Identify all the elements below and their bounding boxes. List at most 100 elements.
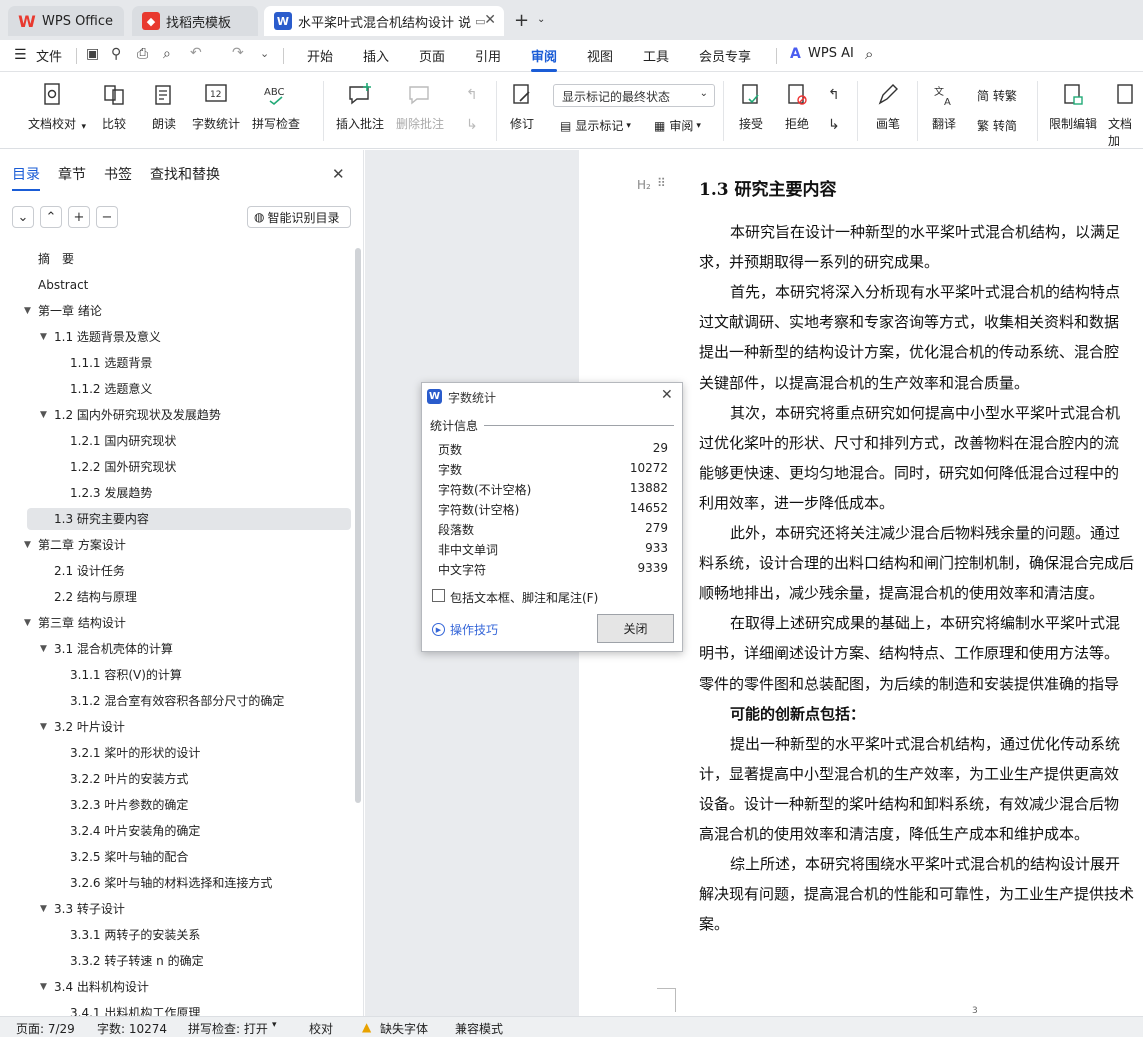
new-tab-plus-icon[interactable]: + bbox=[514, 10, 529, 31]
toc-item[interactable]: 1.1 选题背景及意义 bbox=[54, 326, 161, 348]
tab-docer[interactable]: ◆ 找稻壳模板 bbox=[132, 6, 258, 36]
toc-scrollbar[interactable] bbox=[355, 248, 361, 803]
menu-view[interactable]: 视图 bbox=[587, 46, 613, 65]
document-line[interactable]: 明书，详细阐述设计方案、结构特点、工作原理和使用方法等。 bbox=[699, 643, 1119, 663]
toc-item[interactable]: 1.2 国内外研究现状及发展趋势 bbox=[54, 404, 221, 426]
document-line[interactable]: 计，显著提高中小型混合机的生产效率，为工业生产提供更高效 bbox=[699, 764, 1119, 784]
share-icon[interactable]: ⚲ bbox=[111, 46, 121, 62]
menu-wps-ai[interactable]: WPS AI bbox=[808, 46, 854, 61]
toc-item[interactable]: 3.3 转子设计 bbox=[54, 898, 125, 920]
toc-item[interactable]: 第三章 结构设计 bbox=[38, 612, 126, 634]
accept-button[interactable]: 接受 bbox=[737, 81, 765, 132]
dialog-close-button[interactable]: 关闭 bbox=[597, 614, 674, 643]
document-line[interactable]: 过优化桨叶的形状、尺寸和排列方式，改善物料在混合腔内的流 bbox=[699, 433, 1119, 453]
document-line[interactable]: 高混合机的使用效率和清洁度，降低生产成本和维护成本。 bbox=[699, 824, 1089, 844]
toc-item[interactable]: 1.3 研究主要内容 bbox=[54, 508, 149, 530]
toc-expand-caret-icon[interactable]: ▼ bbox=[40, 332, 47, 342]
hamburger-icon[interactable]: ☰ bbox=[14, 47, 27, 63]
tab-dropdown-chevron-icon[interactable]: ⌄ bbox=[537, 14, 545, 25]
show-markup-button[interactable]: ▤ 显示标记 ▾ bbox=[560, 117, 631, 134]
next-comment-icon[interactable]: ↳ bbox=[466, 117, 478, 133]
document-line[interactable]: 顺畅地排出，减少残余量，提高混合机的使用效率和清洁度。 bbox=[699, 583, 1104, 603]
toc-item[interactable]: 3.2.3 叶片参数的确定 bbox=[70, 794, 188, 816]
toc-item[interactable]: 3.2.2 叶片的安装方式 bbox=[70, 768, 188, 790]
toc-expand-caret-icon[interactable]: ▼ bbox=[40, 644, 47, 654]
toc-item[interactable]: 3.3.1 两转子的安装关系 bbox=[70, 924, 200, 946]
document-line[interactable]: 可能的创新点包括： bbox=[730, 704, 865, 724]
toc-item[interactable]: 第一章 绪论 bbox=[38, 300, 102, 322]
toc-item[interactable]: 3.2.4 叶片安装角的确定 bbox=[70, 820, 200, 842]
close-pane-icon[interactable]: ✕ bbox=[332, 165, 345, 183]
toc-item[interactable]: 3.2 叶片设计 bbox=[54, 716, 125, 738]
spell-chevron-icon[interactable]: ▾ bbox=[272, 1020, 277, 1030]
toc-item[interactable]: 3.1.1 容积(V)的计算 bbox=[70, 664, 182, 686]
toc-item[interactable]: 3.2.6 桨叶与轴的材料选择和连接方式 bbox=[70, 872, 272, 894]
nav-tab-bookmark[interactable]: 书签 bbox=[104, 164, 132, 184]
document-line[interactable]: 首先，本研究将深入分析现有水平桨叶式混合机的结构特点 bbox=[730, 282, 1120, 302]
toc-item[interactable]: 3.3.2 转子转速 n 的确定 bbox=[70, 950, 204, 972]
review-pane-button[interactable]: ▦ 审阅 ▾ bbox=[654, 117, 701, 134]
nav-tab-find-replace[interactable]: 查找和替换 bbox=[150, 164, 220, 184]
status-page[interactable]: 页面: 7/29 bbox=[16, 1020, 75, 1037]
print-icon[interactable]: ⎙ bbox=[137, 46, 148, 62]
restrict-edit-button[interactable]: 限制编辑 bbox=[1049, 81, 1097, 132]
menu-tools[interactable]: 工具 bbox=[643, 46, 669, 65]
toc-expand-caret-icon[interactable]: ▼ bbox=[40, 982, 47, 992]
menu-insert[interactable]: 插入 bbox=[363, 46, 389, 65]
expand-button[interactable]: ⌃ bbox=[40, 206, 62, 228]
document-line[interactable]: 设备。设计一种新型的桨叶结构和卸料系统，有效减少混合后物 bbox=[699, 794, 1119, 814]
status-spell[interactable]: 拼写检查: 打开 bbox=[188, 1020, 268, 1037]
toc-item[interactable]: 1.2.2 国外研究现状 bbox=[70, 456, 176, 478]
toc-item[interactable]: 2.1 设计任务 bbox=[54, 560, 125, 582]
toc-expand-caret-icon[interactable]: ▼ bbox=[24, 306, 31, 316]
menu-file[interactable]: 文件 bbox=[36, 46, 62, 65]
document-line[interactable]: 此外，本研究还将关注减少混合后物料残余量的问题。通过 bbox=[730, 523, 1120, 543]
to-simplified-button[interactable]: 繁 转简 bbox=[977, 117, 1017, 134]
tips-link[interactable]: ▶ 操作技巧 bbox=[432, 621, 498, 638]
toc-item[interactable]: Abstract bbox=[38, 274, 88, 296]
document-line[interactable]: 料系统，设计合理的出料口结构和闸门控制机制，确保混合完成后 bbox=[699, 553, 1134, 573]
menu-member[interactable]: 会员专享 bbox=[699, 46, 751, 65]
toc-item[interactable]: 1.1.2 选题意义 bbox=[70, 378, 152, 400]
document-line[interactable]: 提出一种新型的结构设计方案，优化混合机的传动系统、混合腔 bbox=[699, 342, 1119, 362]
document-line[interactable]: 其次，本研究将重点研究如何提高中小型水平桨叶式混合机 bbox=[730, 403, 1120, 423]
status-words[interactable]: 字数: 10274 bbox=[97, 1020, 167, 1037]
section-heading[interactable]: 1.3 研究主要内容 bbox=[699, 175, 837, 200]
insert-comment-button[interactable]: 插入批注 bbox=[336, 81, 384, 132]
to-traditional-button[interactable]: 简 转繁 bbox=[977, 87, 1017, 104]
print-preview-icon[interactable]: ⌕ bbox=[163, 46, 171, 62]
document-line[interactable]: 求，并预期取得一系列的研究成果。 bbox=[699, 252, 939, 272]
document-line[interactable]: 利用效率，进一步降低成本。 bbox=[699, 493, 894, 513]
collapse-button[interactable]: ⌄ bbox=[12, 206, 34, 228]
reject-button[interactable]: 拒绝 bbox=[783, 81, 811, 132]
toc-expand-caret-icon[interactable]: ▼ bbox=[24, 540, 31, 550]
menu-reference[interactable]: 引用 bbox=[475, 46, 501, 65]
revise-button[interactable]: 修订 bbox=[508, 81, 536, 132]
save-icon[interactable]: ▣ bbox=[86, 46, 99, 62]
delete-comment-button[interactable]: 删除批注 bbox=[396, 81, 444, 132]
toc-item[interactable]: 3.1.2 混合室有效容积各部分尺寸的确定 bbox=[70, 690, 284, 712]
toc-item[interactable]: 3.2.1 桨叶的形状的设计 bbox=[70, 742, 200, 764]
document-line[interactable]: 解决现有问题，提高混合机的性能和可靠性，为工业生产提供技术 bbox=[699, 884, 1134, 904]
toc-expand-caret-icon[interactable]: ▼ bbox=[40, 410, 47, 420]
toc-item[interactable]: 摘 要 bbox=[38, 248, 74, 270]
toc-item[interactable]: 1.2.3 发展趋势 bbox=[70, 482, 152, 504]
word-count-button[interactable]: 12 字数统计 bbox=[192, 81, 240, 132]
document-line[interactable]: 过文献调研、实地考察和专家咨询等方式，收集相关资料和数据 bbox=[699, 312, 1119, 332]
document-line[interactable]: 本研究旨在设计一种新型的水平桨叶式混合机结构，以满足 bbox=[730, 222, 1120, 242]
menu-start[interactable]: 开始 bbox=[307, 46, 333, 65]
tab-document[interactable]: W 水平桨叶式混合机结构设计 说 ▭ ✕ bbox=[264, 6, 504, 36]
menu-page[interactable]: 页面 bbox=[419, 46, 445, 65]
smart-toc-button[interactable]: ◍ 智能识别目录 bbox=[247, 206, 351, 228]
doc-check-button[interactable]: 文档校对 ▾ bbox=[28, 81, 86, 132]
redo-icon[interactable]: ↷ bbox=[232, 45, 244, 61]
toc-item[interactable]: 2.2 结构与原理 bbox=[54, 586, 137, 608]
toc-expand-caret-icon[interactable]: ▼ bbox=[40, 722, 47, 732]
toc-item[interactable]: 3.1 混合机壳体的计算 bbox=[54, 638, 173, 660]
document-line[interactable]: 关键部件，以提高混合机的生产效率和混合质量。 bbox=[699, 373, 1029, 393]
spell-check-button[interactable]: ABC 拼写检查 bbox=[252, 81, 300, 132]
drag-handle-icon[interactable]: ⠿ bbox=[657, 176, 666, 190]
toc-item[interactable]: 第二章 方案设计 bbox=[38, 534, 126, 556]
status-proof[interactable]: 校对 bbox=[309, 1020, 333, 1037]
toc-item[interactable]: 1.2.1 国内研究现状 bbox=[70, 430, 176, 452]
